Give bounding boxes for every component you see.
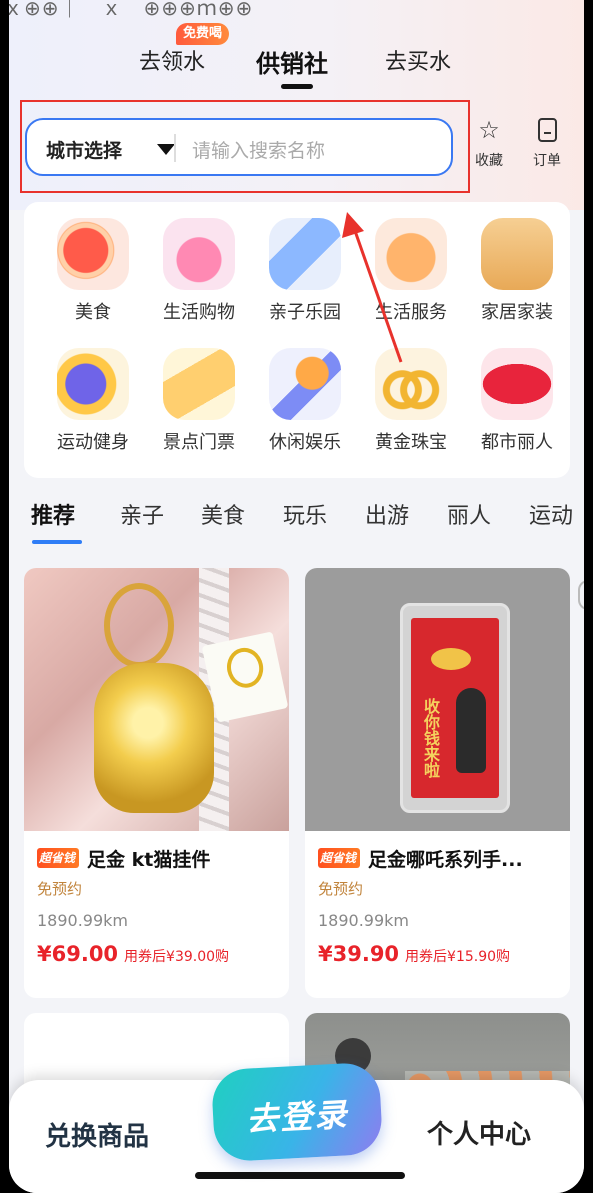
tab-food[interactable]: 美食 [201, 498, 245, 530]
active-category-underline [32, 540, 82, 544]
order-icon [537, 118, 557, 142]
category-sports[interactable]: 运动健身 [40, 348, 146, 454]
search-divider [174, 134, 176, 162]
edge-handle-icon[interactable] [578, 580, 584, 610]
category-tickets[interactable]: 景点门票 [146, 348, 252, 454]
shopping-bag-icon [163, 218, 235, 290]
search-bar[interactable]: 城市选择 请输入搜索名称 [25, 118, 453, 176]
coupon-price: 用券后¥39.00购 [124, 949, 230, 965]
category-label: 景点门票 [163, 432, 235, 453]
gold-ingot [431, 648, 471, 670]
tab-sports[interactable]: 运动 [529, 498, 573, 530]
free-drink-badge: 免费喝 [176, 23, 230, 45]
orders-label: 订单 [533, 153, 561, 169]
gold-kitty-pendant [94, 663, 214, 813]
nezha-figure [456, 688, 486, 773]
grapefruit-icon [57, 218, 129, 290]
tab-travel[interactable]: 出游 [365, 498, 409, 530]
category-label: 都市丽人 [481, 432, 553, 453]
chair-icon [481, 218, 553, 290]
category-label: 家居家装 [481, 302, 553, 323]
status-bar-fragment: ｘ⊕⊕｜ ｘ ⊕⊕⊕ｍ⊕⊕ [9, 0, 254, 20]
category-label: 生活购物 [163, 302, 235, 323]
active-tab-underline [281, 84, 313, 89]
product-card[interactable]: 收你钱来啦 超省钱 足金哪吒系列手... 免预约 1890.99km ¥39.9… [305, 568, 570, 998]
product-card[interactable]: 超省钱 足金 kt猫挂件 免预约 1890.99km ¥69.00 用券后¥39… [24, 568, 289, 998]
acrylic-case: 收你钱来啦 [400, 603, 510, 813]
category-label: 亲子乐园 [269, 302, 341, 323]
product-tag: 免预约 [318, 880, 364, 898]
product-distance: 1890.99km [37, 911, 129, 930]
brand-tag [201, 631, 289, 723]
tab-kids[interactable]: 亲子 [120, 498, 164, 530]
login-button[interactable]: 去登录 [210, 1061, 384, 1163]
category-shopping[interactable]: 生活购物 [146, 218, 252, 324]
lips-icon [481, 348, 553, 420]
product-price: ¥69.00 [37, 942, 119, 966]
category-home[interactable]: 家居家装 [464, 218, 570, 324]
coupon-price: 用券后¥15.90购 [405, 949, 511, 965]
search-input[interactable]: 请输入搜索名称 [192, 136, 325, 163]
category-grid: 美食 生活购物 亲子乐园 生活服务 家居家装 运动健身 景点门票 休闲娱乐 黄金… [24, 202, 570, 478]
caret-down-icon[interactable] [157, 144, 175, 155]
product-image: 收你钱来啦 [305, 568, 570, 831]
microphone-icon [269, 348, 341, 420]
keyring [104, 583, 174, 668]
product-price: ¥39.90 [318, 942, 400, 966]
city-select[interactable]: 城市选择 [46, 136, 122, 163]
category-tabs: 推荐 亲子 美食 玩乐 出游 丽人 运动 [9, 498, 584, 548]
product-name: 足金哪吒系列手... [368, 848, 523, 871]
star-icon: ☆ [478, 116, 500, 144]
category-label: 生活服务 [375, 302, 447, 323]
card-slogan: 收你钱来啦 [421, 698, 440, 778]
favorites-label: 收藏 [475, 153, 503, 169]
product-image [24, 568, 289, 831]
product-name: 足金 kt猫挂件 [87, 848, 211, 871]
login-label: 去登录 [245, 1095, 350, 1139]
rings-icon [375, 348, 447, 420]
category-beauty[interactable]: 都市丽人 [464, 348, 570, 454]
category-label: 黄金珠宝 [375, 432, 447, 453]
category-kids[interactable]: 亲子乐园 [252, 218, 358, 324]
baby-bottle-icon [269, 218, 341, 290]
category-food[interactable]: 美食 [40, 218, 146, 324]
tab-buy-water[interactable]: 去买水 [385, 44, 451, 76]
top-tabs: 去领水 供销社 去买水 [9, 44, 584, 88]
category-label: 运动健身 [57, 432, 129, 453]
savings-badge: 超省钱 [318, 848, 361, 868]
product-tag: 免预约 [37, 880, 83, 898]
dumbbell-icon [57, 348, 129, 420]
ticket-icon [163, 348, 235, 420]
app-screen: ｘ⊕⊕｜ ｘ ⊕⊕⊕ｍ⊕⊕ 去领水 供销社 去买水 免费喝 城市选择 请输入搜索… [9, 0, 584, 1193]
savings-badge: 超省钱 [37, 848, 80, 868]
category-services[interactable]: 生活服务 [358, 218, 464, 324]
tab-beauty[interactable]: 丽人 [447, 498, 491, 530]
nav-exchange-goods[interactable]: 兑换商品 [45, 1116, 149, 1153]
category-label: 休闲娱乐 [269, 432, 341, 453]
favorites-button[interactable]: ☆ 收藏 [469, 118, 509, 170]
red-card: 收你钱来啦 [411, 618, 499, 798]
tab-fun[interactable]: 玩乐 [283, 498, 327, 530]
category-label: 美食 [75, 302, 111, 323]
orders-button[interactable]: 订单 [527, 118, 567, 170]
tab-supply-coop[interactable]: 供销社 [256, 44, 328, 79]
tab-recommended[interactable]: 推荐 [31, 498, 75, 530]
category-jewelry[interactable]: 黄金珠宝 [358, 348, 464, 454]
product-distance: 1890.99km [318, 911, 410, 930]
category-entertainment[interactable]: 休闲娱乐 [252, 348, 358, 454]
nav-personal-center[interactable]: 个人中心 [427, 1114, 531, 1151]
wrench-icon [375, 218, 447, 290]
tab-get-water[interactable]: 去领水 [139, 44, 205, 76]
home-indicator[interactable] [195, 1172, 405, 1179]
